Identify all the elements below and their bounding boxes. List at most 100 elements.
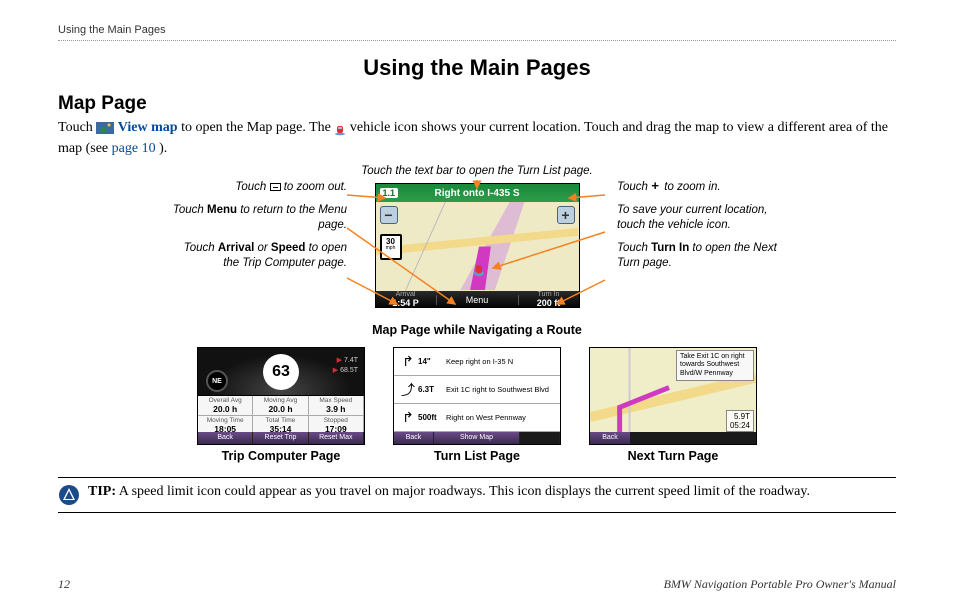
turnin-value: 200 ft	[537, 298, 561, 308]
back-button[interactable]: Back	[394, 432, 434, 444]
section-heading-map-page: Map Page	[58, 93, 896, 115]
arrival-button[interactable]: Arrival 1:54 P	[376, 292, 436, 308]
gps-text-bar[interactable]: 1.1 Right onto I-435 S	[376, 184, 579, 202]
callout-text: Touch	[617, 181, 651, 193]
compass-icon: NE	[206, 370, 228, 392]
tip-label: TIP:	[88, 484, 116, 499]
back-button[interactable]: Back	[590, 432, 630, 444]
thumbnail-row: NE 63 ▶ 7.4T ▶ 68.5T Overall Avg20.0 hMo…	[58, 347, 896, 463]
trip-stats-grid: Overall Avg20.0 hMoving Avg20.0 hMax Spe…	[198, 396, 364, 432]
thumb-next-turn: Take Exit 1C on right towards Southwest …	[589, 347, 757, 463]
road-illustration	[376, 202, 579, 290]
left-callouts: Touch to zoom out. Touch Menu to return …	[167, 180, 347, 279]
next-turn-readout: 5.9T 05:24	[726, 410, 754, 432]
menu-button[interactable]: Menu	[436, 295, 519, 305]
turn-distance: 6.3T	[418, 385, 446, 394]
zoom-in-button[interactable]: +	[557, 206, 575, 224]
next-turn-screenshot: Take Exit 1C on right towards Southwest …	[589, 347, 757, 445]
turn-in-button[interactable]: Turn In 200 ft	[519, 292, 579, 308]
intro-paragraph: Touch View map to open the Map page. The…	[58, 117, 896, 159]
callout-save-location: To save your current location, touch the…	[617, 203, 797, 233]
page-10-link[interactable]: page 10	[112, 141, 156, 156]
trip-stat-cell: Moving Avg20.0 h	[253, 396, 308, 416]
thumb-caption: Next Turn Page	[589, 449, 757, 463]
callout-zoom-out: Touch to zoom out.	[167, 180, 347, 195]
thumb-trip-computer: NE 63 ▶ 7.4T ▶ 68.5T Overall Avg20.0 hMo…	[197, 347, 365, 463]
tip-text: TIP: A speed limit icon could appear as …	[88, 484, 810, 500]
turn-list-row[interactable]: ↱500ftRight on West Pennway	[394, 404, 560, 432]
thumb-turn-list: ↱14"Keep right on I-35 N⤴6.3TExit 1C rig…	[393, 347, 561, 463]
page-footer: 12 BMW Navigation Portable Pro Owner's M…	[58, 577, 896, 592]
gps-turn-distance: 1.1	[380, 188, 399, 198]
intro-text-4: ).	[159, 141, 167, 156]
arrival-value: 1:54 P	[392, 298, 419, 308]
zoom-out-button[interactable]: −	[380, 206, 398, 224]
callout-text: Arrival	[218, 242, 254, 254]
trip-computer-bar: BackReset TripReset Max	[198, 432, 364, 444]
callout-text: Speed	[271, 242, 306, 254]
diagram-bottom-caption: Map Page while Navigating a Route	[197, 323, 757, 337]
speed-limit-sign: 30 mph	[380, 234, 402, 260]
callout-menu: Touch Menu to return to the Menu page.	[167, 203, 347, 233]
next-turn-dist: 5.9T	[730, 412, 750, 421]
next-turn-banner: Take Exit 1C on right towards Southwest …	[676, 350, 754, 381]
turn-list-row[interactable]: ⤴6.3TExit 1C right to Southwest Blvd	[394, 376, 560, 404]
page-title: Using the Main Pages	[58, 55, 896, 81]
turn-list-row[interactable]: ↱14"Keep right on I-35 N	[394, 348, 560, 376]
bar-spacer	[630, 432, 756, 444]
turn-instruction: Right on West Pennway	[446, 413, 556, 422]
callout-arrival-speed: Touch Arrival or Speed to open the Trip …	[167, 241, 347, 271]
show-map-button[interactable]: Show Map	[434, 432, 520, 444]
intro-text-1: Touch	[58, 120, 96, 135]
callout-turn-in: Touch Turn In to open the Next Turn page…	[617, 241, 797, 271]
view-map-link[interactable]: View map	[118, 120, 178, 135]
next-turn-time: 05:24	[730, 421, 750, 430]
thumb-caption: Trip Computer Page	[197, 449, 365, 463]
running-header: Using the Main Pages	[58, 24, 896, 41]
callout-text: Touch	[235, 181, 269, 193]
tip-icon	[58, 484, 80, 506]
turn-direction-icon: ↱	[398, 409, 418, 426]
gps-map-body[interactable]: − + 30 mph	[376, 202, 579, 291]
callout-text: to zoom out.	[281, 181, 347, 193]
turn-list-bar: Back Show Map	[394, 432, 560, 444]
trip-stat-cell: Overall Avg20.0 h	[198, 396, 253, 416]
turn-direction-icon: ⤴	[398, 380, 418, 400]
callout-text: Menu	[207, 204, 237, 216]
turn-list-screenshot: ↱14"Keep right on I-35 N⤴6.3TExit 1C rig…	[393, 347, 561, 445]
trip-bar-button[interactable]: Reset Trip	[253, 432, 308, 444]
page-number: 12	[58, 577, 70, 592]
vehicle-icon	[334, 122, 346, 134]
intro-text-2: to open the Map page. The	[181, 120, 334, 135]
turn-instruction: Keep right on I-35 N	[446, 357, 556, 366]
right-callouts: Touch + to zoom in. To save your current…	[617, 180, 797, 279]
callout-zoom-in: Touch + to zoom in.	[617, 180, 797, 195]
trip-side-readings: ▶ 7.4T ▶ 68.5T	[333, 356, 358, 376]
callout-text: Touch	[617, 242, 651, 254]
callout-text: or	[254, 242, 271, 254]
tip-box: TIP: A speed limit icon could appear as …	[58, 477, 896, 513]
callout-text: Touch	[173, 204, 207, 216]
trip-bar-button[interactable]: Back	[198, 432, 253, 444]
diagram-top-caption: Touch the text bar to open the Turn List…	[197, 165, 757, 177]
trip-bar-button[interactable]: Reset Max	[309, 432, 364, 444]
trip-computer-screenshot: NE 63 ▶ 7.4T ▶ 68.5T Overall Avg20.0 hMo…	[197, 347, 365, 445]
speedometer-dial: NE 63 ▶ 7.4T ▶ 68.5T	[198, 348, 364, 396]
plus-icon: +	[651, 182, 661, 192]
callout-text: Touch	[184, 242, 218, 254]
callout-text: to zoom in.	[661, 181, 720, 193]
callout-text: to return to the Menu page.	[237, 204, 347, 231]
current-speed: 63	[263, 354, 299, 390]
reading: 68.5T	[340, 367, 358, 374]
turn-direction-icon: ↱	[398, 353, 418, 370]
turn-instruction: Exit 1C right to Southwest Blvd	[446, 385, 556, 394]
next-turn-bar: Back	[590, 432, 756, 444]
reading: 7.4T	[344, 357, 358, 364]
map-page-diagram: Touch the text bar to open the Turn List…	[197, 165, 757, 337]
speed-unit: mph	[382, 246, 400, 251]
callout-text: Turn In	[651, 242, 689, 254]
doc-title: BMW Navigation Portable Pro Owner's Manu…	[664, 577, 896, 592]
gps-map-page-mock: 1.1 Right onto I-435 S − + 30 mph	[375, 183, 580, 308]
trip-stat-cell: Max Speed3.9 h	[309, 396, 364, 416]
gps-bottom-bar: Arrival 1:54 P Menu Turn In 200 ft	[376, 291, 579, 308]
